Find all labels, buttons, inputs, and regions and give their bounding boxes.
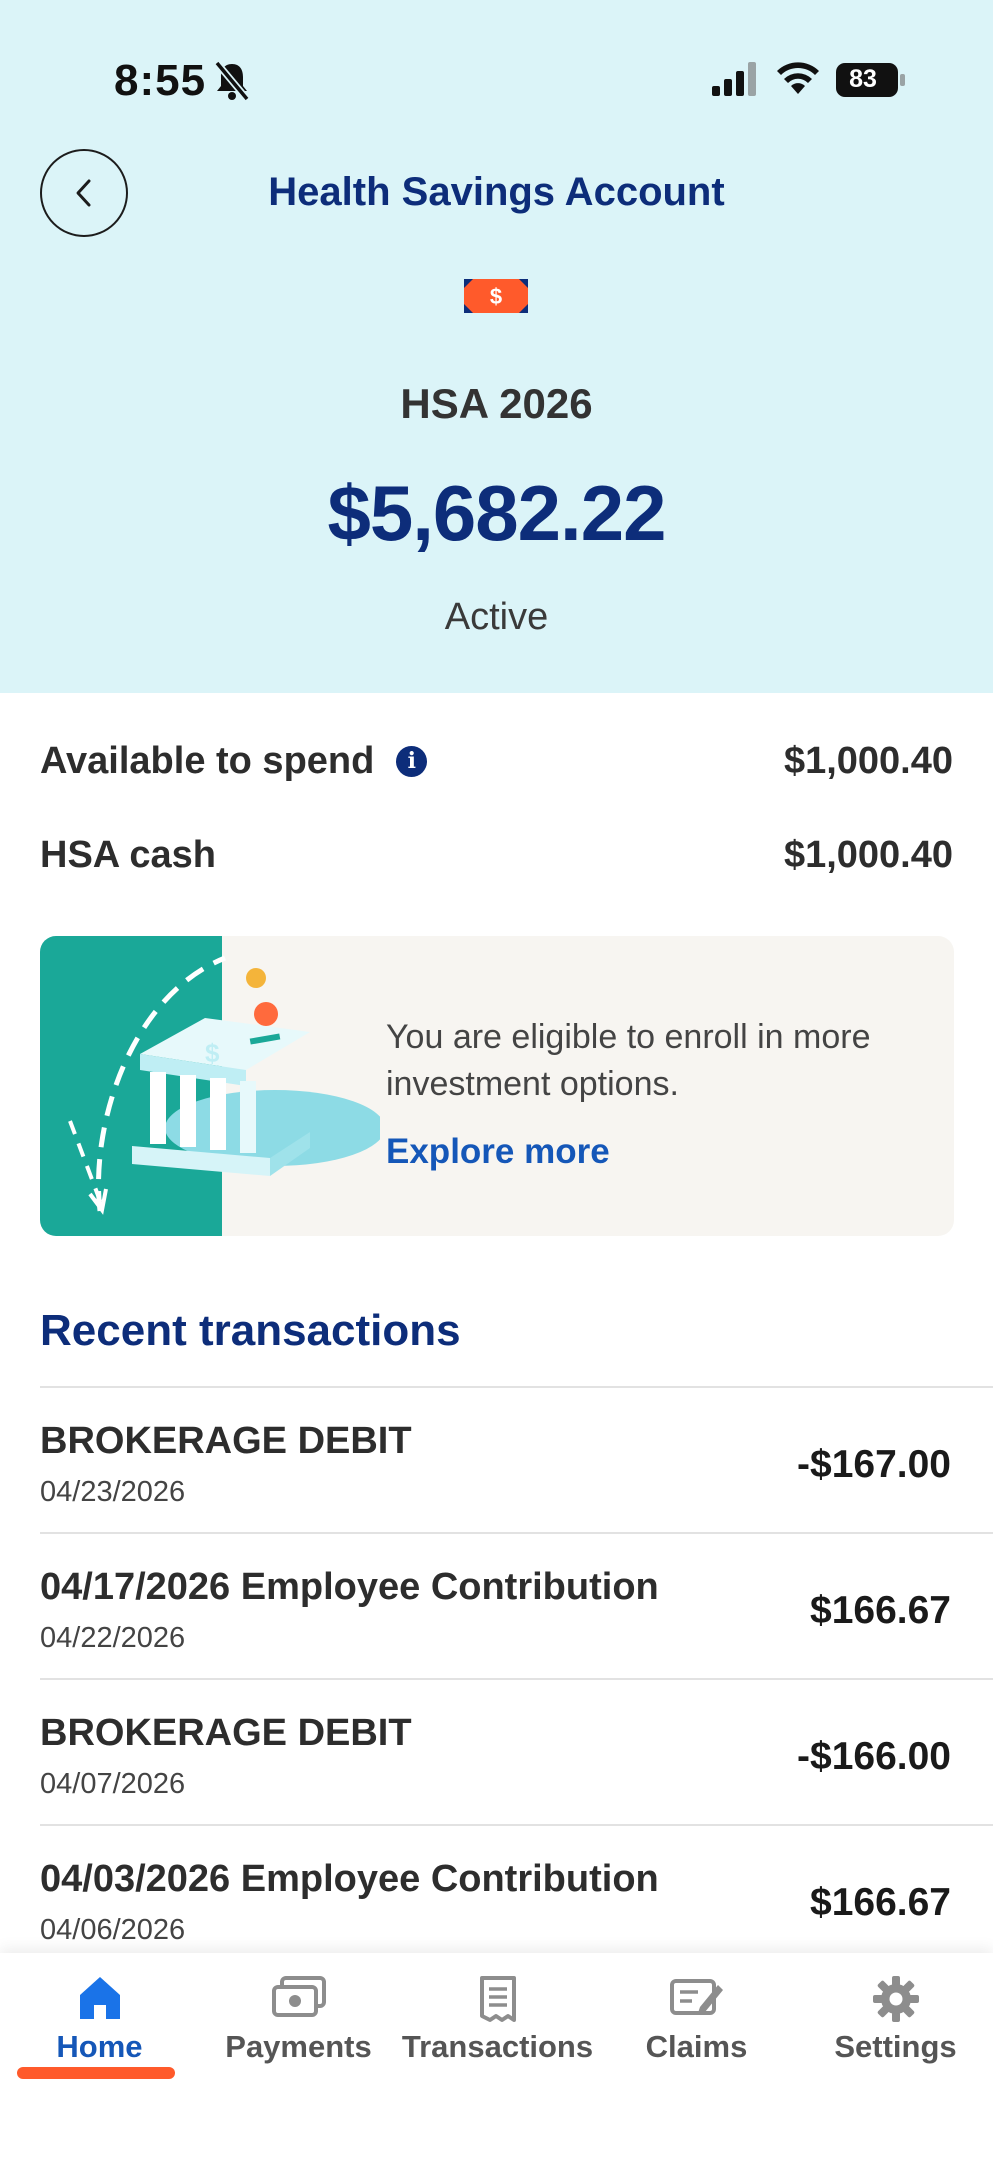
nav-home-label: Home [56,2029,143,2064]
transaction-date: 04/22/2026 [40,1622,186,1654]
home-icon [79,1977,120,2019]
explore-more-link[interactable]: Explore more [386,1132,610,1172]
dollar-bill-icon: $ [464,279,528,313]
cash-icon [271,1976,326,2017]
nav-payments[interactable]: Payments [199,1953,398,2103]
nav-transactions[interactable]: Transactions [398,1953,597,2103]
receipt-icon [479,1976,516,2022]
hsa-cash-value: $1,000.40 [783,833,953,876]
status-time: 8:55 [114,56,207,105]
battery-icon: 83 [836,62,906,103]
available-label: Available to spend [40,739,375,782]
nav-claims-label: Claims [645,2029,748,2064]
transaction-row[interactable]: 04/03/2026 Employee Contribution 04/06/2… [40,1824,993,1970]
transaction-amount: $166.67 [810,1589,951,1632]
signal-icon [712,62,756,96]
page-title: Health Savings Account [268,170,725,214]
bank-illustration-icon: $ [40,936,380,1236]
hsa-cash-label: HSA cash [40,833,216,876]
silent-bell-icon [214,60,250,102]
available-value: $1,000.40 [783,739,953,782]
battery-level: 83 [849,65,877,93]
info-icon[interactable]: i [396,745,428,777]
transaction-date: 04/06/2026 [40,1914,186,1946]
hsa-cash-row: HSA cash $1,000.40 [40,825,953,885]
transaction-amount: -$166.00 [797,1735,951,1778]
transaction-description: 04/03/2026 Employee Contribution [40,1858,659,1900]
nav-home[interactable]: Home [0,1953,199,2103]
account-header: 8:55 83 Health Savings Account $ HSA 202… [0,0,993,693]
transaction-row[interactable]: 04/17/2026 Employee Contribution 04/22/2… [40,1532,993,1678]
svg-text:$: $ [205,1038,220,1068]
transaction-list: BROKERAGE DEBIT 04/23/2026 -$167.00 04/1… [40,1386,993,1970]
nav-settings-label: Settings [834,2029,957,2064]
account-name: HSA 2026 [400,380,593,427]
transaction-row[interactable]: BROKERAGE DEBIT 04/07/2026 -$166.00 [40,1678,993,1824]
transaction-description: BROKERAGE DEBIT [40,1712,412,1754]
recent-transactions-title: Recent transactions [40,1306,461,1355]
transaction-description: 04/17/2026 Employee Contribution [40,1566,659,1608]
active-tab-indicator [17,2067,175,2079]
nav-payments-label: Payments [225,2029,372,2064]
gear-icon [872,1976,919,2022]
transaction-amount: $166.67 [810,1881,951,1924]
transaction-row[interactable]: BROKERAGE DEBIT 04/23/2026 -$167.00 [40,1386,993,1532]
transaction-description: BROKERAGE DEBIT [40,1420,412,1462]
transaction-date: 04/07/2026 [40,1768,186,1800]
svg-text:$: $ [490,284,502,309]
available-to-spend-row: Available to spend i $1,000.40 [40,731,953,791]
transaction-amount: -$167.00 [797,1443,951,1486]
bottom-nav: Home Payments Transactions Claims Settin… [0,1953,993,2160]
promo-message: You are eligible to enroll in more inves… [386,1018,871,1103]
account-status: Active [444,596,549,638]
nav-transactions-label: Transactions [401,2029,594,2064]
account-balance: $5,682.22 [327,469,666,557]
nav-settings[interactable]: Settings [796,1953,993,2103]
wifi-icon [777,62,819,94]
status-bar: 8:55 83 [0,0,993,160]
claim-edit-icon [669,1979,723,2015]
investment-promo-card[interactable]: $ You are eligible to enroll in more inv… [40,936,954,1236]
nav-claims[interactable]: Claims [597,1953,796,2103]
transaction-date: 04/23/2026 [40,1476,186,1508]
